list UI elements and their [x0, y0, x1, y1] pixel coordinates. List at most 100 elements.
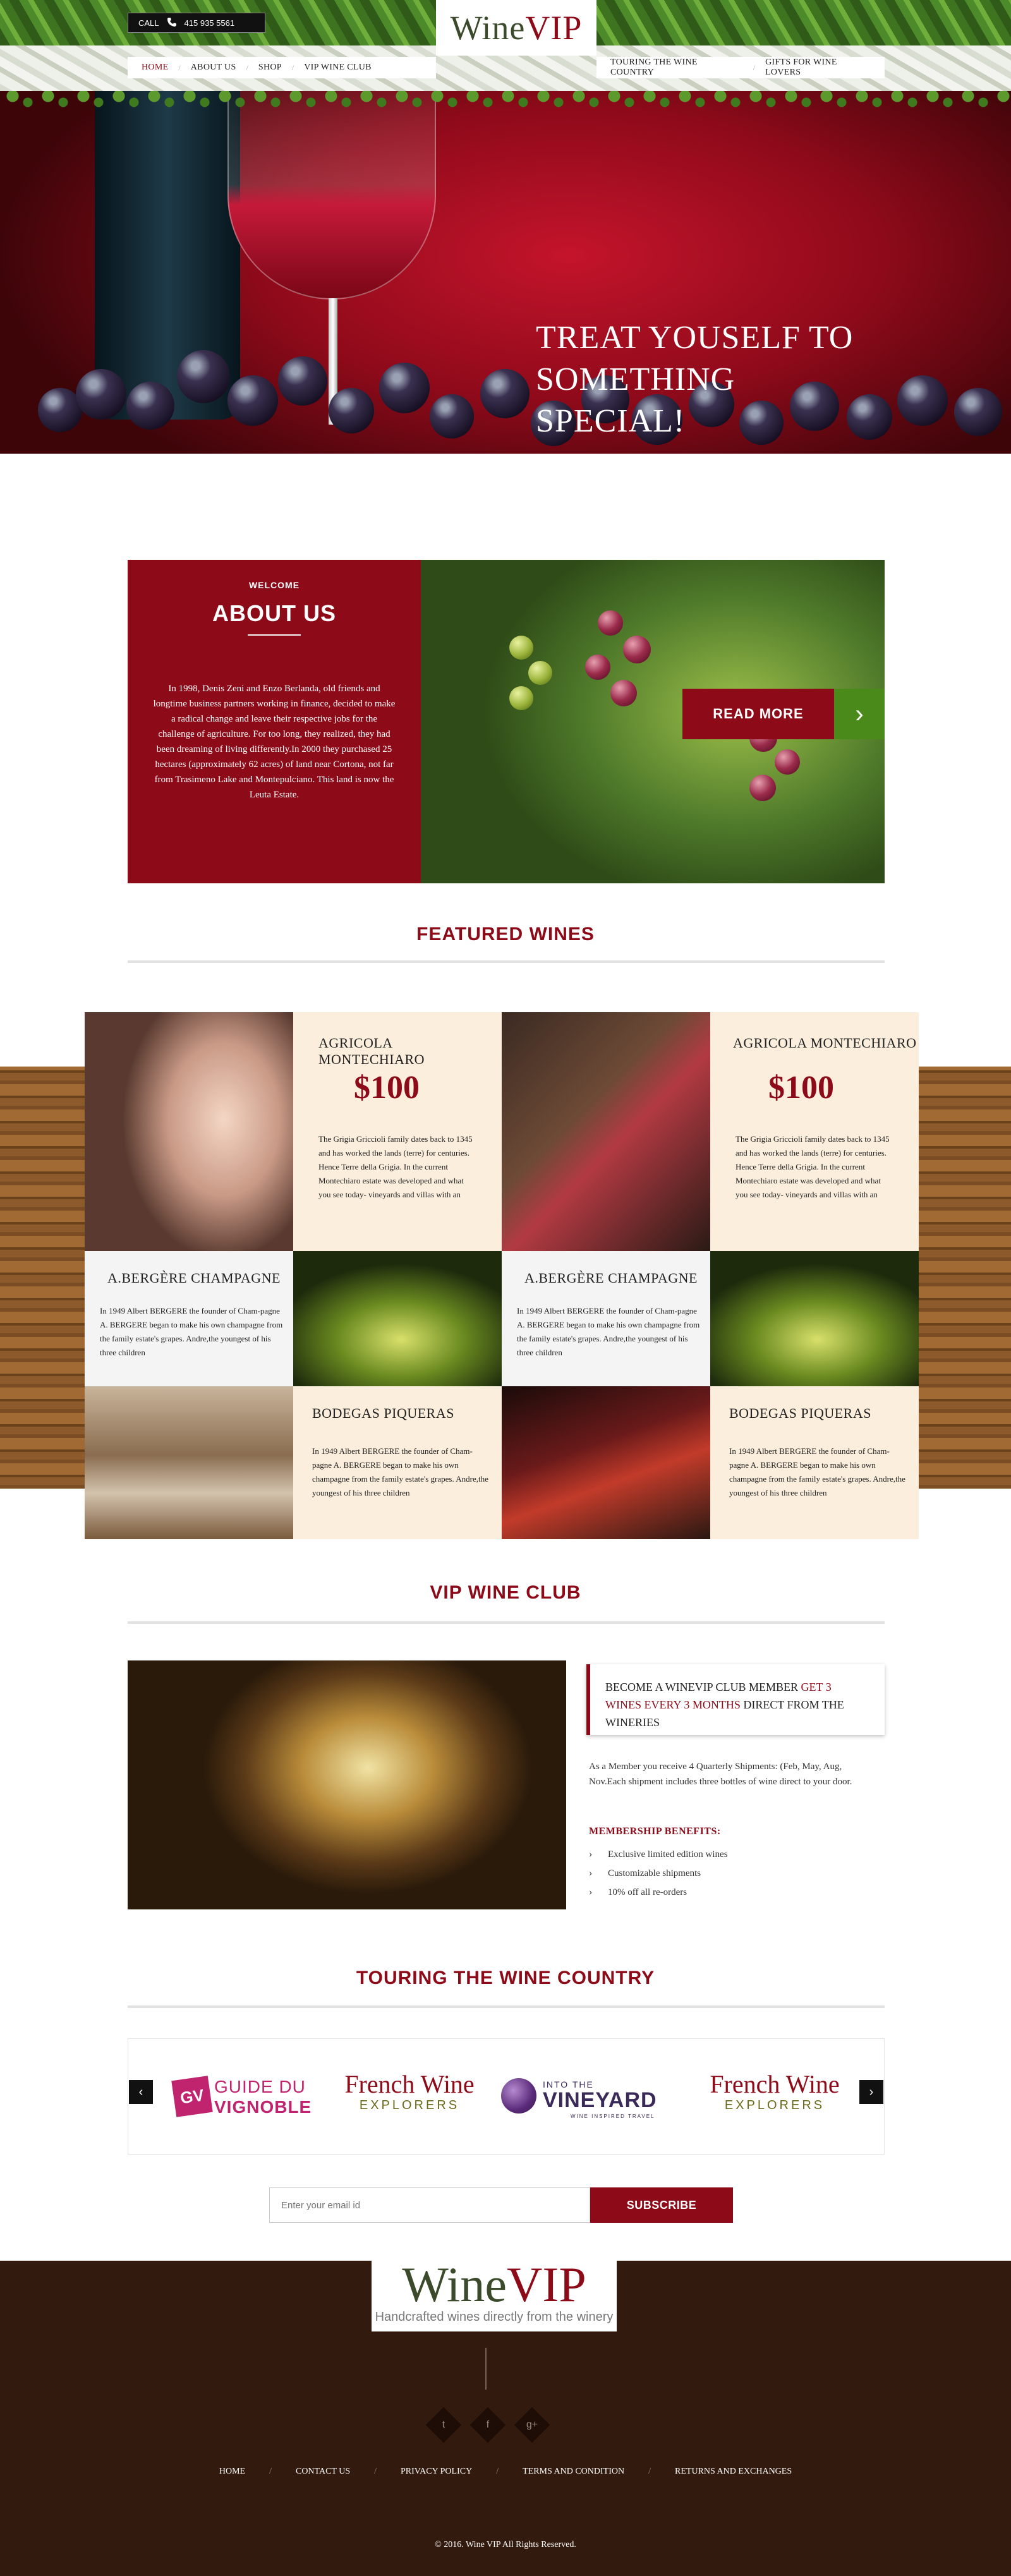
- logo-text-wine: Wine: [450, 9, 526, 47]
- logo-text-vip: VIP: [525, 9, 583, 47]
- grape: [623, 636, 651, 663]
- hero-banner: TREAT YOUSELF TO SOMETHING SPECIAL!: [0, 91, 1011, 454]
- facebook-icon[interactable]: f: [469, 2407, 506, 2443]
- about-title: ABOUT US: [212, 600, 336, 626]
- wine-card[interactable]: BODEGAS PIQUERAS In 1949 Albert BERGERE …: [710, 1386, 919, 1539]
- logo-line1: French Wine: [344, 2070, 475, 2098]
- benefits-title: MEMBERSHIP BENEFITS:: [589, 1826, 721, 1837]
- grape: [278, 356, 327, 406]
- about-divider: [248, 634, 301, 636]
- hero-title-line1: TREAT YOUSELF TO: [536, 320, 854, 356]
- wine-card[interactable]: BODEGAS PIQUERAS In 1949 Albert BERGERE …: [293, 1386, 502, 1539]
- grape: [227, 375, 278, 426]
- chevron-right-icon: ›: [869, 2084, 874, 2099]
- logo-line1: GUIDE DU: [214, 2077, 306, 2096]
- about-text: In 1998, Denis Zeni and Enzo Berlanda, o…: [153, 684, 396, 800]
- wine-card[interactable]: AGRICOLA MONTECHIARO $100 The Grigia Gri…: [710, 1012, 919, 1251]
- footer-logo-wordmark: WineVIP: [372, 2260, 617, 2309]
- nav-vip-wine-club[interactable]: VIP WINE CLUB: [294, 63, 382, 73]
- wine-description: In 1949 Albert BERGERE the founder of Ch…: [312, 1446, 488, 1497]
- benefit-item: › Exclusive limited edition wines: [589, 1849, 728, 1860]
- header-logo[interactable]: Wine VIP: [436, 0, 596, 56]
- wine-price: $100: [768, 1070, 834, 1106]
- footer-separator: /: [648, 2467, 651, 2476]
- footer-link-returns[interactable]: RETURNS AND EXCHANGES: [667, 2467, 799, 2477]
- carousel-next-button[interactable]: ›: [859, 2080, 883, 2104]
- logo-line3: WINE INSPIRED TRAVEL: [571, 2113, 655, 2119]
- grape: [76, 369, 126, 420]
- grape: [177, 350, 230, 403]
- footer-tagline: Handcrafted wines directly from the wine…: [372, 2310, 617, 2329]
- wine-photo-grapes-glass: [710, 1251, 919, 1386]
- section-divider: [128, 960, 885, 963]
- wine-photo-toast: [502, 1012, 710, 1251]
- footer-separator: /: [269, 2467, 272, 2476]
- hero-title: TREAT YOUSELF TO SOMETHING SPECIAL!: [536, 317, 890, 442]
- wine-photo-pour: [502, 1386, 710, 1539]
- chevron-right-icon: ›: [589, 1849, 593, 1859]
- wine-photo-shop: [85, 1386, 293, 1539]
- benefit-label: Exclusive limited edition wines: [608, 1849, 728, 1859]
- wine-card[interactable]: A.BERGÈRE CHAMPAGNE In 1949 Albert BERGE…: [85, 1251, 293, 1386]
- facebook-glyph: f: [486, 2419, 490, 2430]
- phone-icon: [167, 17, 177, 29]
- chevron-right-icon: ›: [589, 1887, 593, 1897]
- call-box[interactable]: CALL 415 935 5561: [128, 13, 265, 33]
- nav-shop[interactable]: SHOP: [248, 63, 292, 73]
- footer-link-privacy[interactable]: PRIVACY POLICY: [393, 2467, 480, 2477]
- benefit-label: 10% off all re-orders: [608, 1887, 687, 1897]
- featured-wines-title: FEATURED WINES: [416, 924, 595, 945]
- grape: [954, 388, 1002, 436]
- footer-separator: /: [496, 2467, 499, 2476]
- twitter-icon[interactable]: t: [425, 2407, 462, 2443]
- logo-french-wine-explorers[interactable]: French Wine EXPLORERS: [708, 2071, 841, 2121]
- footer-link-contact[interactable]: CONTACT US: [288, 2467, 358, 2477]
- google-plus-icon[interactable]: g+: [514, 2407, 550, 2443]
- logo-line1: French Wine: [710, 2070, 840, 2098]
- copyright: © 2016. Wine VIP All Rights Reserved.: [435, 2540, 576, 2549]
- chevron-right-icon: ›: [589, 1868, 593, 1878]
- logo-french-wine-explorers[interactable]: French Wine EXPLORERS: [343, 2071, 476, 2121]
- wine-photo-woman: [85, 1012, 293, 1251]
- chevron-right-icon[interactable]: ›: [834, 689, 885, 739]
- main-nav-right: TOURING THE WINE COUNTRY / GIFTS FOR WIN…: [596, 57, 885, 78]
- email-input[interactable]: [269, 2187, 590, 2223]
- carousel-prev-button[interactable]: ‹: [129, 2080, 153, 2104]
- globe-icon: [501, 2078, 536, 2113]
- nav-gifts[interactable]: GIFTS FOR WINE LOVERS: [755, 57, 885, 78]
- footer-link-home[interactable]: HOME: [212, 2467, 253, 2477]
- grape: [775, 749, 800, 775]
- logo-guide-du-vignoble[interactable]: GV GUIDE DU VIGNOBLE: [171, 2074, 319, 2119]
- guide-badge: GV: [171, 2076, 213, 2117]
- vip-club-title: VIP WINE CLUB: [430, 1582, 581, 1603]
- wine-description: In 1949 Albert BERGERE the founder of Ch…: [100, 1306, 283, 1357]
- nav-touring[interactable]: TOURING THE WINE COUNTRY: [600, 57, 753, 78]
- grape: [379, 363, 430, 413]
- wine-card[interactable]: AGRICOLA MONTECHIARO $100 The Grigia Gri…: [293, 1012, 502, 1251]
- section-divider: [128, 2005, 885, 2008]
- benefit-item: › Customizable shipments: [589, 1868, 701, 1879]
- nav-about-us[interactable]: ABOUT US: [181, 63, 246, 73]
- grape: [610, 680, 637, 706]
- read-more-button[interactable]: READ MORE: [682, 689, 834, 739]
- footer-menu: HOME / CONTACT US / PRIVACY POLICY / TER…: [0, 2467, 1011, 2477]
- footer-link-terms[interactable]: TERMS AND CONDITION: [515, 2467, 632, 2477]
- benefit-label: Customizable shipments: [608, 1868, 701, 1878]
- wine-card[interactable]: A.BERGÈRE CHAMPAGNE In 1949 Albert BERGE…: [502, 1251, 710, 1386]
- club-description: As a Member you receive 4 Quarterly Ship…: [589, 1762, 852, 1787]
- google-plus-glyph: g+: [526, 2419, 538, 2430]
- logo-line2: VINEYARD: [543, 2088, 657, 2112]
- subscribe-button[interactable]: SUBSCRIBE: [590, 2187, 733, 2223]
- grape: [509, 686, 533, 710]
- about-panel: WELCOME ABOUT US In 1998, Denis Zeni and…: [128, 560, 421, 883]
- nav-home[interactable]: HOME: [131, 63, 178, 73]
- footer-logo-wine: Wine: [402, 2257, 507, 2312]
- footer-separator: /: [374, 2467, 377, 2476]
- call-label: CALL: [138, 18, 159, 28]
- logo-into-the-vineyard[interactable]: INTO THE VINEYARD WINE INSPIRED TRAVEL: [501, 2074, 672, 2125]
- partner-logos-carousel: GV GUIDE DU VIGNOBLE French Wine EXPLORE…: [128, 2038, 885, 2155]
- phone-number: 415 935 5561: [184, 18, 235, 28]
- about-welcome-label: WELCOME: [248, 580, 300, 590]
- wine-name: BODEGAS PIQUERAS: [312, 1405, 454, 1421]
- wine-description: The Grigia Griccioli family dates back t…: [736, 1134, 890, 1199]
